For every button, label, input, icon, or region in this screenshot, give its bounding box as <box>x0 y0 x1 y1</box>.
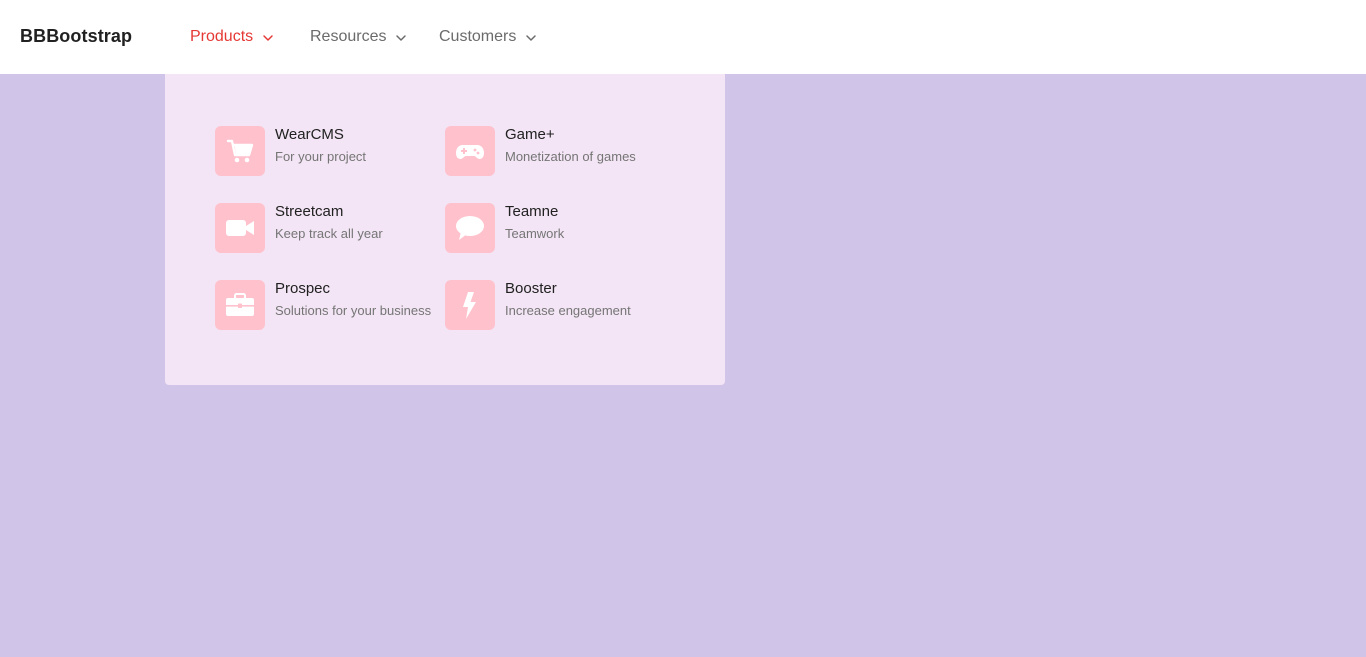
item-subtitle: Teamwork <box>505 226 565 241</box>
nav-resources[interactable]: Resources <box>310 28 407 46</box>
nav-products-label: Products <box>190 28 254 45</box>
icon-tile <box>445 203 495 253</box>
item-title: Booster <box>505 280 557 297</box>
brand-logo[interactable]: BBBootstrap <box>20 26 132 47</box>
dropdown-item-booster[interactable]: Booster Increase engagement <box>445 280 665 332</box>
item-title: Streetcam <box>275 203 344 220</box>
item-title: Prospec <box>275 280 331 297</box>
item-subtitle: Increase engagement <box>505 303 631 318</box>
gamepad-icon <box>456 145 484 159</box>
cart-icon <box>226 139 254 163</box>
icon-tile <box>215 203 265 253</box>
products-dropdown-menu: WearCMS For your project Game+ Monetizat… <box>165 74 725 385</box>
item-subtitle: Solutions for your business <box>275 303 432 318</box>
briefcase-icon <box>226 293 254 316</box>
chevron-down-icon <box>263 34 273 41</box>
chat-bubble-icon <box>456 216 484 240</box>
dropdown-item-wearcms[interactable]: WearCMS For your project <box>215 126 435 178</box>
nav-resources-label: Resources <box>310 28 387 45</box>
dropdown-item-prospec[interactable]: Prospec Solutions for your business <box>215 280 435 332</box>
bolt-icon <box>463 292 476 319</box>
item-subtitle: Keep track all year <box>275 226 383 241</box>
nav-customers-label: Customers <box>439 28 517 45</box>
video-camera-icon <box>226 220 254 236</box>
item-title: WearCMS <box>275 126 344 143</box>
nav-customers[interactable]: Customers <box>439 28 537 46</box>
dropdown-item-teamne[interactable]: Teamne Teamwork <box>445 203 665 255</box>
nav-products[interactable]: Products <box>190 28 274 46</box>
item-title: Game+ <box>505 126 555 143</box>
chevron-down-icon <box>396 34 407 41</box>
icon-tile <box>215 280 265 330</box>
chevron-down-icon <box>526 34 537 41</box>
item-subtitle: For your project <box>275 149 367 164</box>
dropdown-item-game-plus[interactable]: Game+ Monetization of games <box>445 126 665 178</box>
icon-tile <box>215 126 265 176</box>
icon-tile <box>445 280 495 330</box>
navbar: BBBootstrap Products Resources Customers <box>0 0 1366 74</box>
item-subtitle: Monetization of games <box>505 149 636 164</box>
dropdown-item-streetcam[interactable]: Streetcam Keep track all year <box>215 203 435 255</box>
item-title: Teamne <box>505 203 559 220</box>
icon-tile <box>445 126 495 176</box>
